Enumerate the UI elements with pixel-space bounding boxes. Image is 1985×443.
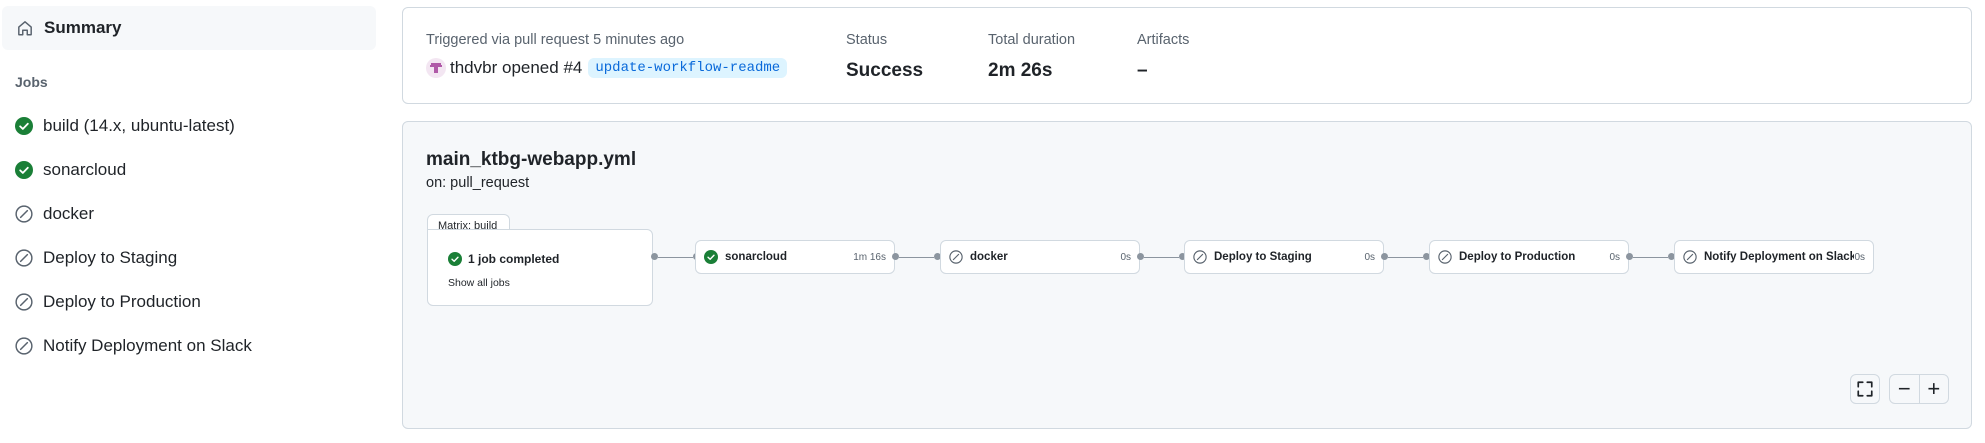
workflow-trigger: on: pull_request	[426, 175, 530, 191]
sidebar-job-docker[interactable]: docker	[0, 192, 380, 236]
status-label: Status	[846, 32, 888, 48]
artifacts-label: Artifacts	[1137, 32, 1190, 48]
fullscreen-icon	[1856, 380, 1874, 398]
trigger-text: Triggered via pull request 5 minutes ago	[426, 32, 685, 48]
node-duration: 0s	[1609, 251, 1620, 263]
status-block: Status Success	[846, 32, 923, 82]
sidebar-job-deploy-staging[interactable]: Deploy to Staging	[0, 236, 380, 280]
matrix-status: 1 job completed	[448, 252, 559, 266]
zoom-out-button[interactable]: −	[1890, 375, 1919, 403]
graph-node-sonarcloud[interactable]: sonarcloud 1m 16s	[695, 240, 895, 274]
workflow-file-name[interactable]: main_ktbg-webapp.yml	[426, 149, 636, 171]
graph-node-deploy-staging[interactable]: Deploy to Staging 0s	[1184, 240, 1384, 274]
job-label: Deploy to Staging	[43, 248, 178, 267]
job-label: docker	[43, 204, 95, 223]
sidebar: Summary Jobs build (14.x, ubuntu-latest)…	[0, 0, 380, 443]
sidebar-job-sonarcloud[interactable]: sonarcloud	[0, 148, 380, 192]
pr-number[interactable]: #4	[563, 58, 582, 78]
graph-node-docker[interactable]: docker 0s	[940, 240, 1140, 274]
duration-value: 2m 26s	[988, 60, 1053, 81]
avatar[interactable]	[426, 58, 446, 78]
status-value: Success	[846, 60, 924, 81]
artifacts-block: Artifacts –	[1137, 32, 1189, 82]
connector-dot	[892, 253, 899, 260]
node-duration: 1m 16s	[853, 251, 886, 263]
skipped-icon	[1683, 250, 1697, 264]
success-check-icon	[15, 117, 33, 135]
success-check-icon	[15, 161, 33, 179]
node-duration: 0s	[1364, 251, 1375, 263]
skipped-icon	[15, 293, 33, 311]
job-label: sonarcloud	[43, 160, 127, 179]
zoom-controls: − +	[1889, 374, 1949, 404]
trigger-action: opened	[501, 58, 559, 77]
connector-dot	[651, 253, 658, 260]
connector-dot	[1626, 253, 1633, 260]
node-duration: 0s	[1120, 251, 1131, 263]
job-label: Deploy to Production	[43, 292, 201, 311]
success-check-icon	[704, 250, 718, 264]
node-name: Notify Deployment on Slack	[1704, 251, 1855, 263]
show-all-jobs-link[interactable]: Show all jobs	[448, 277, 510, 289]
node-name: docker	[970, 251, 1008, 263]
duration-label: Total duration	[988, 32, 1076, 48]
connector-line	[1388, 257, 1423, 258]
job-list: build (14.x, ubuntu-latest) sonarcloud d…	[0, 104, 380, 368]
duration-block: Total duration 2m 26s	[988, 32, 1075, 82]
actor-name[interactable]: thdvbr	[450, 58, 497, 78]
home-icon	[16, 19, 34, 37]
sidebar-job-build[interactable]: build (14.x, ubuntu-latest)	[0, 104, 380, 148]
job-label: build (14.x, ubuntu-latest)	[43, 116, 235, 135]
graph-node-deploy-production[interactable]: Deploy to Production 0s	[1429, 240, 1629, 274]
artifacts-value: –	[1137, 60, 1148, 81]
workflow-graph-card: main_ktbg-webapp.yml on: pull_request Ma…	[402, 121, 1972, 429]
success-check-icon	[448, 252, 462, 266]
connector-line	[1633, 257, 1668, 258]
connector-dot	[1137, 253, 1144, 260]
node-name: sonarcloud	[725, 251, 787, 263]
connector-line	[658, 257, 693, 258]
node-name: Deploy to Staging	[1214, 251, 1312, 263]
matrix-completed-text: 1 job completed	[468, 252, 560, 266]
connector-line	[1144, 257, 1179, 258]
branch-badge[interactable]: update-workflow-readme	[588, 58, 788, 78]
sidebar-job-notify-slack[interactable]: Notify Deployment on Slack	[0, 324, 380, 368]
graph-node-notify-slack[interactable]: Notify Deployment on Slack 0s	[1674, 240, 1874, 274]
jobs-heading: Jobs	[15, 74, 48, 90]
sidebar-item-summary[interactable]: Summary	[2, 6, 376, 50]
sidebar-item-label: Summary	[44, 18, 122, 37]
skipped-icon	[949, 250, 963, 264]
trigger-details: thdvbr opened #4 update-workflow-readme	[426, 58, 788, 78]
connector-line	[899, 257, 934, 258]
sidebar-job-deploy-production[interactable]: Deploy to Production	[0, 280, 380, 324]
connector-dot	[1381, 253, 1388, 260]
node-duration: 0s	[1854, 251, 1865, 263]
fullscreen-button[interactable]	[1850, 374, 1880, 404]
job-label: Notify Deployment on Slack	[43, 336, 252, 355]
skipped-icon	[15, 205, 33, 223]
skipped-icon	[1193, 250, 1207, 264]
zoom-in-button[interactable]: +	[1918, 375, 1949, 403]
matrix-build-box[interactable]: 1 job completed Show all jobs	[427, 229, 653, 306]
node-name: Deploy to Production	[1459, 251, 1576, 263]
skipped-icon	[1438, 250, 1452, 264]
skipped-icon	[15, 249, 33, 267]
run-summary-card: Triggered via pull request 5 minutes ago…	[402, 7, 1972, 104]
skipped-icon	[15, 337, 33, 355]
